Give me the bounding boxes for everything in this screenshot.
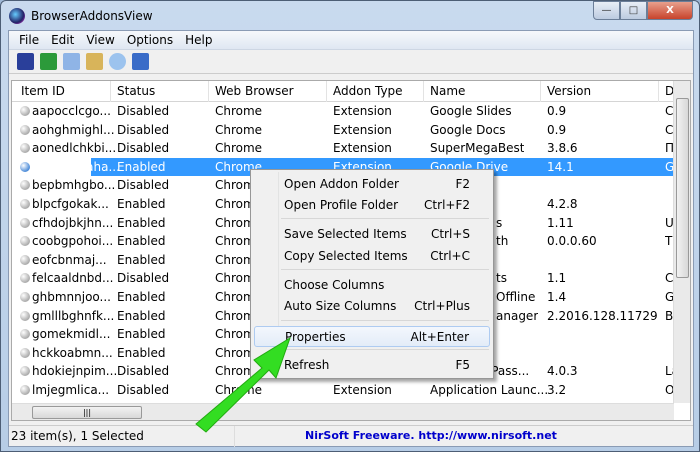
green-arrow-annotation (195, 336, 291, 433)
